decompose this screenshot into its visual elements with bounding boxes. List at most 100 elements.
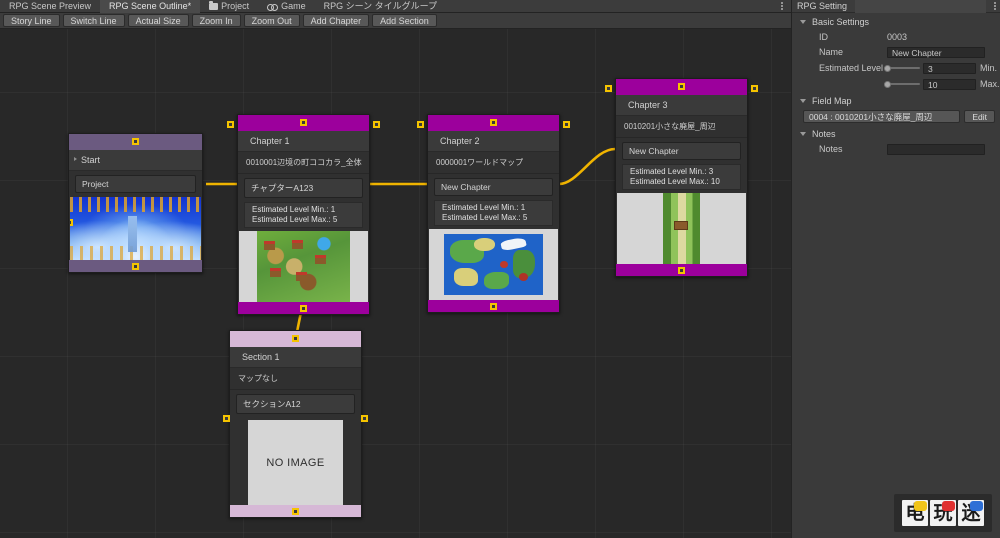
node-name-field[interactable]: New Chapter <box>622 142 741 160</box>
node-thumbnail[interactable] <box>429 229 558 300</box>
zoom-in-button[interactable]: Zoom In <box>192 14 241 27</box>
name-input[interactable]: New Chapter <box>887 47 985 58</box>
node-port-top[interactable] <box>490 119 497 126</box>
story-line-button[interactable]: Story Line <box>3 14 60 27</box>
node-start[interactable]: Start Project <box>68 133 203 273</box>
node-port-right[interactable] <box>751 85 758 92</box>
level-min-slider-group[interactable]: 3 Min. <box>884 63 1000 74</box>
node-name-field[interactable]: セクションA12 <box>236 394 355 414</box>
node-subtitle: マップなし <box>230 368 361 390</box>
inspector-header[interactable]: RPG Setting <box>792 0 1000 13</box>
node-title: Chapter 3 <box>616 95 747 116</box>
node-port-bottom[interactable] <box>490 303 497 310</box>
no-image-label: NO IMAGE <box>266 457 324 469</box>
node-port-bottom[interactable] <box>678 267 685 274</box>
zoom-out-button[interactable]: Zoom Out <box>244 14 300 27</box>
node-port-bottom[interactable] <box>292 508 299 515</box>
game-icon <box>267 4 278 10</box>
lightning-badge-icon <box>914 501 927 511</box>
app-root: RPG Scene Preview RPG Scene Outline* Pro… <box>0 0 1000 538</box>
tab-rpg-tile-group[interactable]: RPG シーン タイルグループ <box>315 0 447 13</box>
rpg-scene-outline-editor: RPG Scene Preview RPG Scene Outline* Pro… <box>0 0 791 538</box>
node-level-min: Estimated Level Min.: 1 <box>442 203 552 213</box>
tab-project[interactable]: Project <box>200 0 258 13</box>
node-thumbnail[interactable]: NO IMAGE <box>231 420 360 505</box>
node-port-left[interactable] <box>70 219 73 226</box>
foldout-basic-settings[interactable]: Basic Settings <box>792 15 1000 29</box>
level-min-input[interactable]: 3 <box>923 63 976 74</box>
node-port-bottom[interactable] <box>132 263 139 270</box>
node-port-right[interactable] <box>373 121 380 128</box>
node-port-top[interactable] <box>678 83 685 90</box>
inspector-row-notes: Notes <box>792 141 1000 157</box>
tab-rpg-scene-preview[interactable]: RPG Scene Preview <box>0 0 100 13</box>
inspector-row-name: Name New Chapter <box>792 44 1000 60</box>
node-port-top[interactable] <box>292 335 299 342</box>
node-header[interactable] <box>616 79 747 95</box>
node-title-text: Section 1 <box>242 352 280 362</box>
level-max-input[interactable]: 10 <box>923 79 976 90</box>
chevron-right-icon <box>74 157 77 161</box>
editor-overflow-menu-icon[interactable] <box>777 0 791 12</box>
inspector-row-id: ID 0003 <box>792 29 1000 44</box>
node-name-field[interactable]: New Chapter <box>434 178 553 196</box>
level-min-slider[interactable] <box>884 63 920 73</box>
node-port-left[interactable] <box>227 121 234 128</box>
field-map-edit-button[interactable]: Edit <box>964 110 995 123</box>
node-header[interactable] <box>69 134 202 150</box>
chevron-down-icon <box>800 132 806 136</box>
node-name-field[interactable]: チャプターA123 <box>244 178 363 198</box>
node-thumbnail[interactable] <box>239 231 368 302</box>
node-chapter-3[interactable]: Chapter 3 0010201小さな廃屋_周辺 New Chapter Es… <box>615 78 748 277</box>
inspector-title: RPG Setting <box>792 1 847 11</box>
node-footer[interactable] <box>238 302 369 314</box>
node-port-top[interactable] <box>132 138 139 145</box>
add-chapter-button[interactable]: Add Chapter <box>303 14 370 27</box>
tab-label: Project <box>221 0 249 13</box>
outline-toolbar: Story Line Switch Line Actual Size Zoom … <box>0 13 791 29</box>
notes-label: Notes <box>819 144 887 154</box>
node-port-right[interactable] <box>563 121 570 128</box>
node-footer[interactable] <box>428 300 559 312</box>
notes-input[interactable] <box>887 144 985 155</box>
field-map-row: 0004 : 0010201小さな廃屋_周辺 Edit <box>792 108 1000 125</box>
switch-line-button[interactable]: Switch Line <box>63 14 125 27</box>
node-port-top[interactable] <box>300 119 307 126</box>
watermark-char-3: 迷 <box>958 500 984 526</box>
inspector-menu-icon[interactable] <box>994 2 996 10</box>
graph-canvas[interactable]: Start Project <box>0 29 791 538</box>
tab-label: RPG Scene Preview <box>9 0 91 13</box>
node-port-left[interactable] <box>605 85 612 92</box>
node-port-right[interactable] <box>361 415 368 422</box>
level-max-slider[interactable] <box>884 79 920 89</box>
rpg-setting-inspector: RPG Setting Basic Settings ID 0003 Name … <box>791 0 1000 538</box>
node-thumbnail[interactable] <box>70 197 201 260</box>
node-port-left[interactable] <box>223 415 230 422</box>
slider-knob[interactable] <box>884 81 891 88</box>
node-header[interactable] <box>238 115 369 131</box>
foldout-notes[interactable]: Notes <box>792 127 1000 141</box>
node-title: Section 1 <box>230 347 361 368</box>
thumbnail-castle <box>128 216 137 252</box>
add-section-button[interactable]: Add Section <box>372 14 437 27</box>
slider-knob[interactable] <box>884 65 891 72</box>
node-chapter-2[interactable]: Chapter 2 0000001ワールドマップ New Chapter Est… <box>427 114 560 313</box>
field-map-value[interactable]: 0004 : 0010201小さな廃屋_周辺 <box>803 110 960 123</box>
actual-size-button[interactable]: Actual Size <box>128 14 189 27</box>
foldout-label: Field Map <box>812 96 852 106</box>
node-port-left[interactable] <box>417 121 424 128</box>
node-footer[interactable] <box>69 260 202 272</box>
node-port-bottom[interactable] <box>300 305 307 312</box>
node-footer[interactable] <box>230 505 361 517</box>
tab-game[interactable]: Game <box>258 0 315 13</box>
node-chapter-1[interactable]: Chapter 1 0010001辺境の町ココカラ_全体 チャプターA123 E… <box>237 114 370 315</box>
node-header[interactable] <box>428 115 559 131</box>
foldout-field-map[interactable]: Field Map <box>792 94 1000 108</box>
node-header[interactable] <box>230 331 361 347</box>
node-thumbnail[interactable] <box>617 193 746 264</box>
tab-rpg-scene-outline[interactable]: RPG Scene Outline* <box>100 0 200 13</box>
node-footer[interactable] <box>616 264 747 276</box>
level-max-slider-group[interactable]: 10 Max. <box>884 79 1000 90</box>
node-name-field[interactable]: Project <box>75 175 196 193</box>
node-section-1[interactable]: Section 1 マップなし セクションA12 NO IMAGE <box>229 330 362 518</box>
